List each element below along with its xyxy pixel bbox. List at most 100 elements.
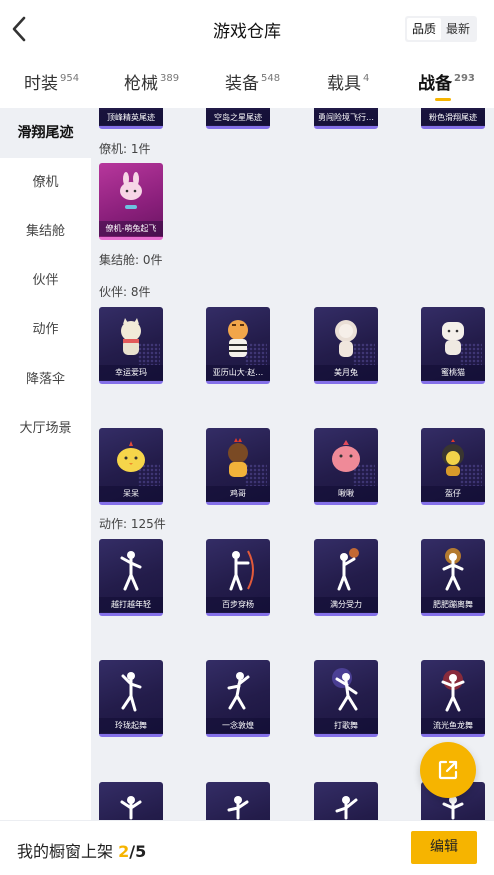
item-card[interactable]: 粉色滑翔尾迹 bbox=[421, 108, 485, 129]
item-card[interactable]: 亚历山大·赵… bbox=[206, 307, 270, 384]
dance-pose-icon bbox=[442, 548, 464, 591]
peach-cat-character-icon bbox=[442, 322, 464, 355]
item-name: 亚历山大·赵… bbox=[206, 365, 270, 380]
item-name: 空岛之星尾迹 bbox=[206, 110, 270, 125]
rabbit-character-icon bbox=[335, 320, 357, 357]
item-name: 美月兔 bbox=[314, 365, 378, 380]
item-card[interactable]: 越打越年轻 bbox=[99, 539, 163, 616]
item-card[interactable]: 百步穿杨 bbox=[206, 539, 270, 616]
pink-bird-character-icon bbox=[332, 440, 360, 472]
footer-bar: 我的橱窗上架 2/5 编辑 bbox=[0, 820, 494, 875]
item-card[interactable] bbox=[99, 782, 163, 820]
item-name: 粉色滑翔尾迹 bbox=[421, 110, 485, 125]
item-name: 满分受力 bbox=[314, 597, 378, 612]
dance-pose-icon bbox=[120, 551, 142, 591]
dance-pose-icon bbox=[337, 548, 359, 591]
item-card[interactable]: 空岛之星尾迹 bbox=[206, 108, 270, 129]
showcase-status: 我的橱窗上架 2/5 bbox=[17, 838, 146, 862]
category-tabs: 时装 954 枪械 389 装备 548 载具 4 战备 293 bbox=[0, 58, 494, 108]
item-card[interactable]: 打歌舞 bbox=[314, 660, 378, 737]
sidebar-item-action[interactable]: 动作 bbox=[0, 305, 91, 355]
cat-character-icon bbox=[121, 318, 141, 355]
sidebar-item-parachute[interactable]: 降落伞 bbox=[0, 355, 91, 405]
dance-pose-icon bbox=[120, 796, 142, 820]
edit-button[interactable]: 编辑 bbox=[411, 831, 477, 864]
item-grid: 顶峰精英尾迹 空岛之星尾迹 勇闯险境飞行… 粉色滑翔尾迹 僚机: 1件 僚机-萌… bbox=[91, 108, 494, 820]
dance-pose-icon bbox=[332, 668, 358, 711]
item-name: 幸运爱玛 bbox=[99, 365, 163, 380]
item-card[interactable] bbox=[206, 782, 270, 820]
tab-label: 枪械 bbox=[124, 74, 158, 94]
item-card[interactable]: 盔仔 bbox=[421, 428, 485, 505]
sidebar: 滑翔尾迹 僚机 集结舱 伙伴 动作 降落伞 大厅场景 bbox=[0, 108, 91, 820]
tab-fashion[interactable]: 时装 954 bbox=[24, 69, 79, 94]
tab-count: 389 bbox=[160, 73, 180, 84]
bunny-wingman-icon bbox=[120, 172, 142, 209]
item-card[interactable]: 美月兔 bbox=[314, 307, 378, 384]
tab-count: 293 bbox=[454, 73, 475, 84]
sidebar-item-partner[interactable]: 伙伴 bbox=[0, 256, 91, 306]
item-card[interactable]: 满分受力 bbox=[314, 539, 378, 616]
rooster-character-icon bbox=[228, 438, 248, 477]
tab-label: 装备 bbox=[225, 74, 259, 94]
item-card[interactable]: 蜜桃猫 bbox=[421, 307, 485, 384]
sort-toggle: 品质 最新 bbox=[405, 16, 477, 42]
share-icon bbox=[438, 760, 458, 780]
chick-character-icon bbox=[117, 441, 145, 472]
sort-quality-button[interactable]: 品质 bbox=[407, 18, 441, 40]
item-name: 流光鱼龙舞 bbox=[421, 718, 485, 733]
archer-pose-icon bbox=[229, 550, 254, 591]
item-name: 玲珑起舞 bbox=[99, 718, 163, 733]
sidebar-item-glide-trail[interactable]: 滑翔尾迹 bbox=[0, 108, 91, 158]
item-card[interactable]: 顶峰精英尾迹 bbox=[99, 108, 163, 129]
tab-combat-gear[interactable]: 战备 293 bbox=[418, 69, 475, 101]
item-name: 盔仔 bbox=[421, 486, 485, 501]
sidebar-item-wingman[interactable]: 僚机 bbox=[0, 158, 91, 208]
showcase-total-count: /5 bbox=[129, 842, 147, 861]
showcase-current-count: 2 bbox=[118, 842, 130, 861]
section-title-partner: 伙伴: 8件 bbox=[99, 285, 151, 299]
item-name: 一念敦煌 bbox=[206, 718, 270, 733]
item-name: 百步穿杨 bbox=[206, 597, 270, 612]
section-title-action: 动作: 125件 bbox=[99, 517, 166, 531]
header: 游戏仓库 品质 最新 bbox=[0, 0, 494, 58]
item-card[interactable]: 啾啾 bbox=[314, 428, 378, 505]
item-name: 呆呆 bbox=[99, 486, 163, 501]
share-button[interactable] bbox=[420, 742, 476, 798]
tab-label: 战备 bbox=[418, 74, 452, 94]
item-card[interactable]: 一念敦煌 bbox=[206, 660, 270, 737]
tab-vehicles[interactable]: 载具 4 bbox=[327, 69, 369, 94]
item-name: 僚机-萌兔起飞 bbox=[99, 221, 163, 236]
tab-count: 4 bbox=[363, 73, 370, 84]
tab-label: 载具 bbox=[327, 74, 361, 94]
section-title-rally: 集结舱: 0件 bbox=[99, 253, 163, 267]
item-card[interactable]: 玲珑起舞 bbox=[99, 660, 163, 737]
item-name: 肥肥蹦离舞 bbox=[421, 597, 485, 612]
item-card[interactable]: 呆呆 bbox=[99, 428, 163, 505]
tab-equipment[interactable]: 装备 548 bbox=[225, 69, 280, 94]
item-card[interactable]: 僚机-萌兔起飞 bbox=[99, 163, 163, 240]
item-card[interactable]: 鸡哥 bbox=[206, 428, 270, 505]
item-name: 打歌舞 bbox=[314, 718, 378, 733]
item-card[interactable]: 幸运爱玛 bbox=[99, 307, 163, 384]
item-card[interactable] bbox=[314, 782, 378, 820]
helmet-character-icon bbox=[442, 439, 464, 476]
tab-count: 954 bbox=[60, 73, 80, 84]
item-name: 鸡哥 bbox=[206, 486, 270, 501]
showcase-label: 我的橱窗上架 bbox=[17, 842, 114, 861]
item-name: 勇闯险境飞行… bbox=[314, 110, 378, 125]
section-title-wingman: 僚机: 1件 bbox=[99, 142, 151, 156]
tab-guns[interactable]: 枪械 389 bbox=[124, 69, 179, 94]
item-name: 顶峰精英尾迹 bbox=[99, 110, 163, 125]
tiger-character-icon bbox=[228, 320, 248, 357]
dance-pose-icon bbox=[227, 796, 249, 820]
sidebar-item-rally-pod[interactable]: 集结舱 bbox=[0, 207, 91, 257]
dance-pose-icon bbox=[335, 796, 358, 820]
item-card[interactable]: 肥肥蹦离舞 bbox=[421, 539, 485, 616]
item-card[interactable]: 勇闯险境飞行… bbox=[314, 108, 378, 129]
sort-newest-button[interactable]: 最新 bbox=[441, 18, 475, 40]
tab-active-indicator bbox=[435, 98, 451, 101]
tab-count: 548 bbox=[261, 73, 281, 84]
item-card[interactable]: 流光鱼龙舞 bbox=[421, 660, 485, 737]
sidebar-item-lobby-scene[interactable]: 大厅场景 bbox=[0, 404, 91, 454]
